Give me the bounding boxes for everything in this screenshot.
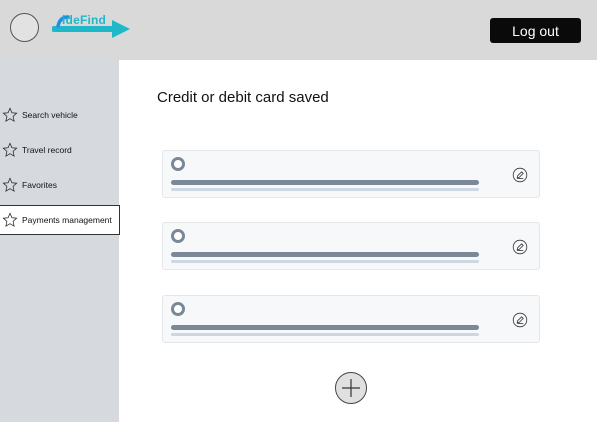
sidebar-item-label: Payments management xyxy=(22,215,112,225)
sidebar: Search vehicle Travel record Favorites P… xyxy=(0,60,120,422)
sidebar-item-label: Search vehicle xyxy=(22,110,78,120)
star-icon xyxy=(2,107,18,122)
saved-card[interactable] xyxy=(162,295,540,343)
card-radio[interactable] xyxy=(171,157,185,171)
card-placeholder-line xyxy=(171,252,479,257)
avatar[interactable] xyxy=(10,13,39,42)
card-placeholder-subline xyxy=(171,260,479,263)
card-placeholder-subline xyxy=(171,188,479,191)
sidebar-item-favorites[interactable]: Favorites xyxy=(0,170,119,200)
card-placeholder-line xyxy=(171,180,479,185)
sidebar-item-search-vehicle[interactable]: Search vehicle xyxy=(0,100,119,130)
sidebar-item-travel-record[interactable]: Travel record xyxy=(0,135,119,165)
top-bar: ideFind Log out xyxy=(0,0,597,60)
card-placeholder-line xyxy=(171,325,479,330)
logo-text: ideFind xyxy=(62,13,107,27)
saved-card[interactable] xyxy=(162,150,540,198)
card-radio[interactable] xyxy=(171,302,185,316)
edit-icon[interactable] xyxy=(512,312,528,328)
star-icon xyxy=(2,142,18,157)
page-title: Credit or debit card saved xyxy=(157,89,329,106)
card-placeholder-subline xyxy=(171,333,479,336)
saved-card[interactable] xyxy=(162,222,540,270)
sidebar-item-label: Favorites xyxy=(22,180,57,190)
edit-icon[interactable] xyxy=(512,167,528,183)
plus-icon xyxy=(342,379,360,397)
star-icon xyxy=(2,177,18,192)
sidebar-item-payments-management[interactable]: Payments management xyxy=(0,205,120,235)
card-radio[interactable] xyxy=(171,229,185,243)
star-icon xyxy=(2,212,18,227)
add-card-button[interactable] xyxy=(335,372,367,404)
logout-button[interactable]: Log out xyxy=(490,18,581,43)
sidebar-item-label: Travel record xyxy=(22,145,72,155)
edit-icon[interactable] xyxy=(512,239,528,255)
